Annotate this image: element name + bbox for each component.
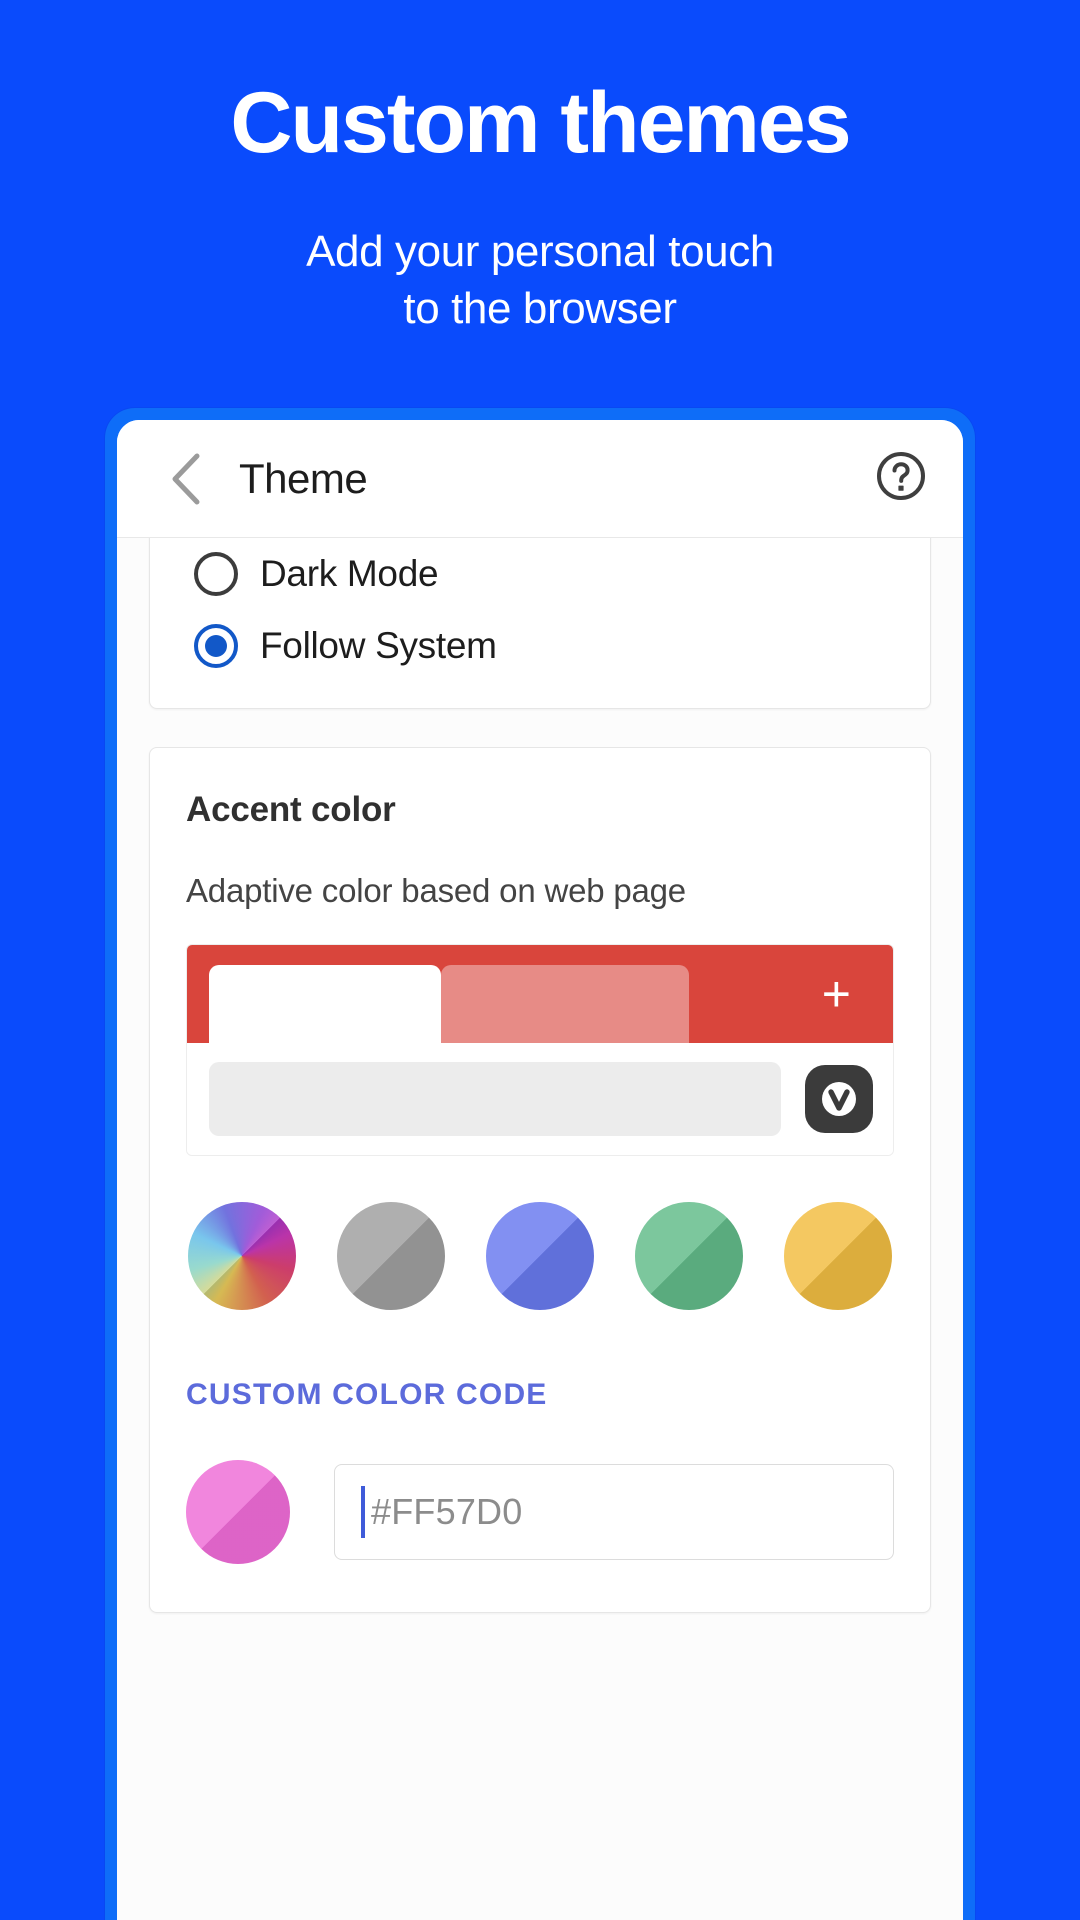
radio-label-dark-mode: Dark Mode (260, 553, 439, 594)
plus-icon: + (821, 966, 851, 1022)
promo-subtitle-line-1: Add your personal touch (306, 227, 774, 277)
swatch-adaptive-rainbow[interactable] (172, 1186, 312, 1326)
radio-dark-mode-icon[interactable] (194, 552, 238, 596)
swatch-blue[interactable] (486, 1202, 594, 1310)
accent-color-description: Adaptive color based on web page (186, 872, 686, 909)
phone-device-frame: Theme Dark Mode Follow System Accent col… (105, 408, 975, 1920)
promo-subtitle-line-2: to the browser (403, 283, 677, 333)
swatch-fill-green (635, 1202, 743, 1310)
theme-mode-card: Dark Mode Follow System (149, 530, 931, 709)
back-button[interactable] (157, 451, 213, 507)
radio-row-dark-mode[interactable]: Dark Mode (150, 538, 930, 610)
accent-color-title: Accent color (186, 790, 396, 829)
phone-screen: Theme Dark Mode Follow System Accent col… (117, 420, 963, 1920)
custom-color-code-row: #FF57D0 (186, 1460, 894, 1564)
help-circle-icon (875, 450, 927, 507)
preview-active-tab (209, 965, 441, 1043)
promo-subtitle: Add your personal touch to the browser (0, 224, 1080, 337)
radio-row-follow-system[interactable]: Follow System (150, 610, 930, 682)
swatch-fill-yellow (784, 1202, 892, 1310)
swatch-gray[interactable] (337, 1202, 445, 1310)
settings-scroll-area[interactable]: Dark Mode Follow System Accent color Ada… (117, 530, 963, 1920)
chevron-left-icon (168, 452, 202, 506)
swatch-fill-gray (337, 1202, 445, 1310)
accent-color-card: Accent color Adaptive color based on web… (149, 747, 931, 1613)
preview-url-bar (187, 1043, 893, 1155)
radio-follow-system-icon[interactable] (194, 624, 238, 668)
swatch-green[interactable] (635, 1202, 743, 1310)
custom-color-code-placeholder: #FF57D0 (371, 1491, 523, 1532)
app-bar: Theme (117, 420, 963, 538)
browser-theme-preview: + (186, 944, 894, 1156)
text-caret (361, 1486, 365, 1538)
preview-url-field (209, 1062, 781, 1136)
radio-label-follow-system: Follow System (260, 625, 497, 666)
swatch-fill-rainbow (188, 1202, 296, 1310)
swatch-yellow[interactable] (784, 1202, 892, 1310)
accent-swatch-row (172, 1186, 894, 1326)
help-button[interactable] (873, 451, 929, 507)
page-title: Custom themes (230, 75, 851, 171)
app-bar-title: Theme (239, 454, 368, 502)
custom-color-code-label: CUSTOM COLOR CODE (186, 1378, 548, 1411)
custom-color-preview-dot[interactable] (186, 1460, 290, 1564)
custom-color-code-input[interactable]: #FF57D0 (334, 1464, 894, 1560)
preview-inactive-tab (441, 965, 689, 1043)
vivaldi-logo-icon (805, 1065, 873, 1133)
promo-header: Custom themes Add your personal touch to… (0, 0, 1080, 337)
swatch-fill-blue (486, 1202, 594, 1310)
preview-tab-bar: + (187, 945, 893, 1043)
